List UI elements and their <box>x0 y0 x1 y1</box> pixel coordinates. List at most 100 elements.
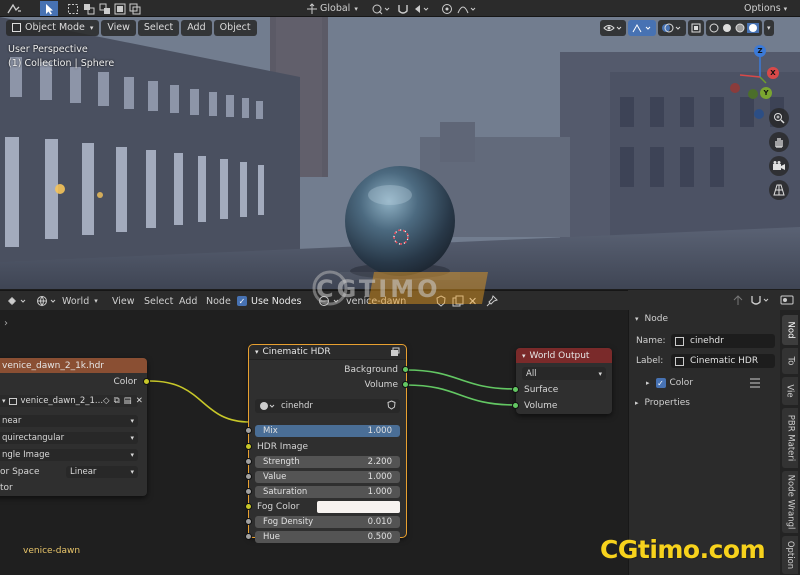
shading-options-icon[interactable]: ▾ <box>764 19 774 36</box>
pan-hand-icon[interactable] <box>769 132 789 152</box>
menu-view[interactable]: View <box>101 19 136 36</box>
properties-panel-header[interactable]: ▸ Properties <box>635 398 690 408</box>
saturation-field[interactable]: Saturation 1.000 <box>255 486 400 498</box>
wireframe-shading-icon <box>709 23 719 32</box>
projection-dropdown[interactable]: quirectangular ▾ <box>0 432 138 444</box>
tab-node-wrangler[interactable]: Node Wrangl <box>782 471 798 533</box>
gizmo-neg-x[interactable] <box>730 83 740 93</box>
node-group-icon[interactable] <box>390 347 400 360</box>
select-extend-icon[interactable] <box>82 1 96 16</box>
input-strength-socket[interactable] <box>245 458 252 465</box>
menu-node[interactable]: Node <box>206 294 231 308</box>
menu-add[interactable]: Add <box>181 19 212 36</box>
fake-user-shield-icon[interactable] <box>387 399 396 413</box>
output-background-socket[interactable] <box>402 366 409 373</box>
gizmo-toggle-icon[interactable] <box>628 19 656 36</box>
visibility-icon[interactable] <box>600 19 626 36</box>
world-output-node[interactable]: ▾ World Output All ▾ Surface Volume <box>512 348 612 414</box>
gizmo-z-axis[interactable]: Z <box>754 45 766 57</box>
editor-type-icon[interactable] <box>3 1 27 16</box>
input-surface-socket[interactable] <box>512 386 519 393</box>
environment-texture-node[interactable]: venice_dawn_2_1k.hdr Color ▾ venice_dawn… <box>0 358 150 496</box>
hue-field[interactable]: Hue 0.500 <box>255 531 400 543</box>
options-dropdown[interactable]: Options ▾ <box>744 1 794 16</box>
backdrop-icon[interactable] <box>780 293 794 307</box>
checkbox-checked-icon[interactable]: ✓ <box>655 378 666 388</box>
select-intersect-icon[interactable] <box>128 1 142 16</box>
image-datablock-field[interactable]: ▾ venice_dawn_2_1... ◇ ⧉ ▤ ✕ <box>0 395 143 407</box>
tab-pbr-materials[interactable]: PBR Materi <box>782 408 798 468</box>
input-hdr-image-socket[interactable] <box>245 443 252 450</box>
parent-node-tree-icon[interactable] <box>732 293 744 307</box>
color-subpanel-header[interactable]: ▸ ✓ Color <box>646 378 693 388</box>
overlays-icon[interactable] <box>658 19 686 36</box>
select-tool-icon[interactable] <box>40 1 58 16</box>
proportional-editing-icon[interactable] <box>440 1 454 16</box>
transform-orientation-dropdown[interactable]: Global ▾ <box>320 1 362 16</box>
node-group-datablock-field[interactable]: cinehdr <box>255 399 400 413</box>
pivot-point-icon[interactable] <box>370 1 392 16</box>
fake-user-shield-icon[interactable]: ◇ <box>103 396 110 406</box>
gizmo-x-axis[interactable]: X <box>767 67 779 79</box>
output-color-socket[interactable] <box>143 378 150 385</box>
editor-type-icon[interactable] <box>6 294 30 308</box>
navigation-gizmo[interactable]: Z X Y <box>726 43 796 119</box>
input-mix-socket[interactable] <box>245 427 252 434</box>
select-subtract-icon[interactable] <box>98 1 112 16</box>
select-box-icon[interactable] <box>66 1 80 16</box>
mix-slider[interactable]: Mix 1.000 <box>255 425 400 437</box>
list-menu-icon[interactable] <box>749 378 761 388</box>
mode-dropdown[interactable]: Object Mode ▾ <box>6 19 100 36</box>
label-field[interactable]: Cinematic HDR <box>671 354 775 368</box>
menu-object[interactable]: Object <box>213 19 257 36</box>
input-fog-density-socket[interactable] <box>245 518 252 525</box>
grid-perspective-icon[interactable] <box>769 180 789 200</box>
3d-viewport[interactable]: Object Mode ▾ View Select Add Object ▾ U… <box>0 17 800 289</box>
menu-add[interactable]: Add <box>179 294 197 308</box>
node-editor-canvas[interactable]: › venice-dawn venice_dawn_2_1k.hdr Color… <box>0 310 628 575</box>
menu-select[interactable]: Select <box>137 19 180 36</box>
snap-icon[interactable] <box>396 1 410 16</box>
value-field[interactable]: Value 1.000 <box>255 471 400 483</box>
tab-node[interactable]: Nod <box>782 315 798 345</box>
falloff-icon[interactable] <box>456 1 478 16</box>
input-saturation-socket[interactable] <box>245 488 252 495</box>
tab-tool[interactable]: To <box>782 348 798 374</box>
interpolation-dropdown[interactable]: near ▾ <box>0 415 138 427</box>
source-dropdown[interactable]: ngle Image ▾ <box>0 449 138 461</box>
tab-options[interactable]: Option <box>782 536 798 574</box>
fog-color-swatch[interactable] <box>317 501 400 513</box>
xray-icon[interactable] <box>688 19 704 36</box>
use-nodes-toggle[interactable]: ✓ Use Nodes <box>237 294 302 308</box>
shader-type-dropdown[interactable]: World ▾ <box>36 294 98 308</box>
node-panel-header[interactable]: ▾ Node <box>635 314 668 324</box>
target-dropdown[interactable]: All ▾ <box>522 367 606 380</box>
zoom-icon[interactable] <box>769 108 789 128</box>
cinematic-hdr-group-node[interactable]: ▾ Cinematic HDR Background Volume cinehd… <box>245 344 409 543</box>
input-value-socket[interactable] <box>245 473 252 480</box>
camera-view-icon[interactable] <box>769 156 789 176</box>
output-volume-socket[interactable] <box>402 381 409 388</box>
options-label: Options <box>744 3 781 14</box>
menu-select[interactable]: Select <box>144 294 173 308</box>
menu-view[interactable]: View <box>112 294 135 308</box>
collapse-arrow-icon[interactable]: ▾ <box>522 352 526 360</box>
gizmo-y-axis[interactable]: Y <box>760 87 772 99</box>
snap-node-icon[interactable] <box>750 293 774 307</box>
tab-view[interactable]: Vie <box>782 377 798 405</box>
duplicate-icon[interactable]: ⧉ <box>114 396 120 406</box>
strength-field[interactable]: Strength 2.200 <box>255 456 400 468</box>
color-space-dropdown[interactable]: Linear ▾ <box>66 466 138 478</box>
input-fog-color-socket[interactable] <box>245 503 252 510</box>
gizmo-neg-z[interactable] <box>754 109 764 119</box>
select-invert-icon[interactable] <box>113 1 127 16</box>
collapse-arrow-icon[interactable]: ▾ <box>255 348 259 356</box>
open-image-icon[interactable]: ▤ <box>124 396 132 406</box>
fog-density-field[interactable]: Fog Density 0.010 <box>255 516 400 528</box>
input-volume-socket[interactable] <box>512 402 519 409</box>
input-hue-socket[interactable] <box>245 533 252 540</box>
unlink-icon[interactable]: ✕ <box>136 396 143 406</box>
gizmo-neg-y[interactable] <box>748 89 758 99</box>
snap-target-icon[interactable] <box>412 1 432 16</box>
name-field[interactable]: cinehdr <box>671 334 775 348</box>
